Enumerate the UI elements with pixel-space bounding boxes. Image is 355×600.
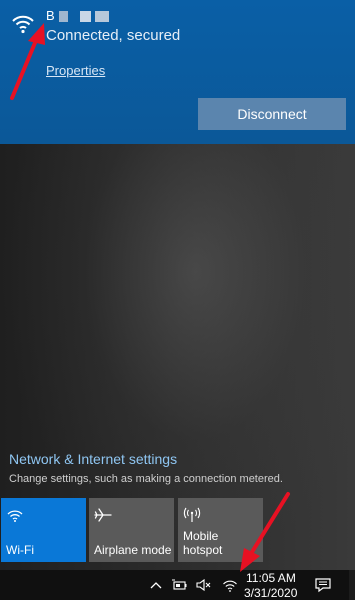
wifi-tile-label: Wi-Fi: [6, 543, 34, 557]
network-settings-link[interactable]: Network & Internet settings: [9, 451, 177, 467]
airplane-mode-tile-label: Airplane mode: [94, 543, 172, 557]
airplane-mode-tile[interactable]: Airplane mode: [89, 498, 174, 562]
network-name: B: [46, 8, 109, 23]
taskbar-date[interactable]: 3/31/2020: [244, 586, 297, 600]
connected-network-card[interactable]: B Connected, secured Properties Disconne…: [0, 0, 355, 144]
chevron-up-icon[interactable]: [148, 577, 164, 593]
wifi-icon: [12, 15, 34, 34]
network-name-text: B: [46, 8, 55, 23]
wifi-icon[interactable]: [222, 577, 238, 593]
show-desktop-button[interactable]: [349, 570, 355, 600]
wifi-tile[interactable]: Wi-Fi: [1, 498, 86, 562]
redacted-block: [94, 11, 109, 23]
network-settings-description: Change settings, such as making a connec…: [9, 473, 283, 485]
taskbar-time[interactable]: 11:05 AM: [246, 571, 296, 585]
mobile-hotspot-tile-label: Mobile hotspot: [183, 529, 223, 557]
hotspot-icon: [183, 507, 201, 522]
redacted-block: [59, 11, 69, 23]
notification-icon[interactable]: [314, 577, 332, 593]
airplane-icon: [94, 508, 112, 522]
taskbar: 11:05 AM 3/31/2020: [0, 570, 355, 600]
network-status: Connected, secured: [46, 27, 181, 44]
disconnect-button[interactable]: Disconnect: [198, 98, 346, 130]
wifi-icon: [7, 510, 23, 522]
redacted-block: [79, 11, 91, 23]
mobile-hotspot-tile[interactable]: Mobile hotspot: [178, 498, 263, 562]
properties-link[interactable]: Properties: [46, 63, 105, 78]
volume-muted-icon[interactable]: [195, 577, 211, 593]
battery-icon[interactable]: [171, 577, 187, 593]
